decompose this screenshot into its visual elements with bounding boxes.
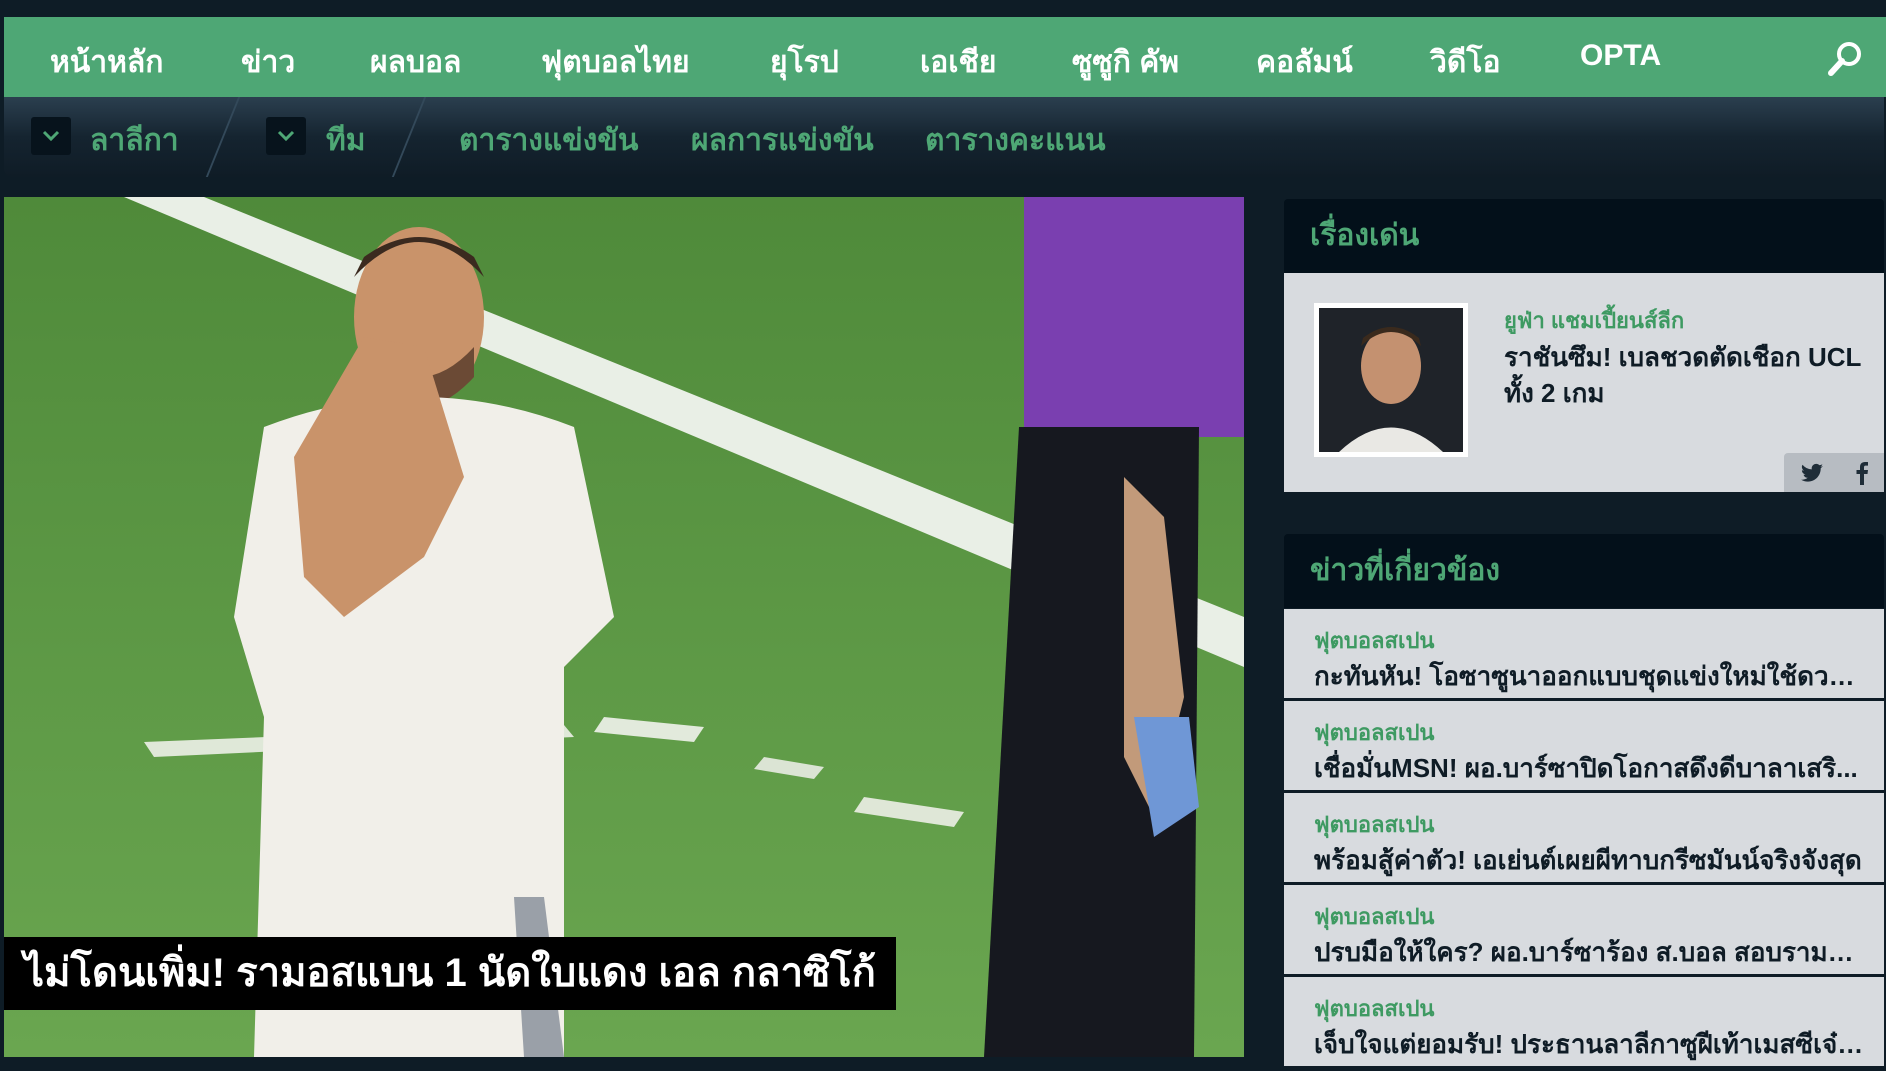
search-icon[interactable] [1826, 39, 1866, 79]
hero-caption[interactable]: ไม่โดนเพิ่ม! รามอสแบน 1 นัดใบแดง เอล กลา… [4, 937, 896, 1010]
related-title[interactable]: กะทันหัน! โอซาซูนาออกแบบชุดแข่งใหม่ใช้ดว… [1314, 656, 1864, 697]
league-dropdown-toggle[interactable] [31, 117, 71, 155]
chevron-down-icon [277, 130, 295, 142]
hero-photo [4, 197, 1244, 1057]
team-dropdown-label[interactable]: ทีม [326, 117, 366, 164]
chevron-down-icon [42, 130, 60, 142]
featured-category[interactable]: ยูฟ่า แชมเปี้ยนส์ลีก [1504, 303, 1684, 338]
featured-card[interactable]: ยูฟ่า แชมเปี้ยนส์ลีก ราชันซึม! เบลชวดตัด… [1284, 273, 1884, 492]
sub-nav: ลาลีกา ทีม ตารางแข่งขัน ผลการแข่งขัน ตาร… [4, 97, 1884, 177]
twitter-icon[interactable] [1800, 463, 1824, 483]
related-category[interactable]: ฟุตบอลสเปน [1314, 991, 1434, 1026]
featured-thumbnail[interactable] [1314, 303, 1468, 457]
facebook-icon[interactable] [1855, 461, 1869, 485]
nav-divider [391, 97, 427, 177]
related-heading: ข่าวที่เกี่ยวข้อง [1284, 534, 1884, 608]
related-title[interactable]: ปรบมือให้ใคร? ผอ.บาร์ซาร้อง ส.บอล สอบราม… [1314, 932, 1864, 973]
standings-link[interactable]: ตารางคะแนน [925, 117, 1105, 164]
player-portrait [1319, 308, 1463, 452]
nav-item-suzuki-cup[interactable]: ซูซูกิ คัพ [1072, 39, 1179, 86]
top-nav: หน้าหลัก ข่าว ผลบอล ฟุตบอลไทย ยุโรป เอเช… [4, 17, 1886, 97]
nav-item-asia[interactable]: เอเชีย [920, 39, 996, 86]
nav-item-video[interactable]: วิดีโอ [1430, 39, 1500, 86]
list-item[interactable]: ฟุตบอลสเปน ปรบมือให้ใคร? ผอ.บาร์ซาร้อง ส… [1284, 885, 1884, 974]
featured-title[interactable]: ราชันซึม! เบลชวดตัดเชือก UCL ทั้ง 2 เกม [1504, 339, 1864, 411]
nav-item-news[interactable]: ข่าว [241, 39, 295, 86]
related-title[interactable]: พร้อมสู้ค่าตัว! เอเย่นต์เผยผีทาบกรีซมันน… [1314, 840, 1864, 881]
related-category[interactable]: ฟุตบอลสเปน [1314, 807, 1434, 842]
nav-item-europe[interactable]: ยุโรป [770, 39, 839, 86]
related-title[interactable]: เชื่อมั่นMSN! ผอ.บาร์ซาปิดโอกาสดึงดีบาลา… [1314, 748, 1864, 789]
list-item[interactable]: ฟุตบอลสเปน พร้อมสู้ค่าตัว! เอเย่นต์เผยผี… [1284, 793, 1884, 882]
list-item[interactable]: ฟุตบอลสเปน เจ็บใจแต่ยอมรับ! ประธานลาลีกา… [1284, 977, 1884, 1066]
list-item[interactable]: ฟุตบอลสเปน เชื่อมั่นMSN! ผอ.บาร์ซาปิดโอก… [1284, 701, 1884, 790]
related-list: ฟุตบอลสเปน กะทันหัน! โอซาซูนาออกแบบชุดแข… [1284, 609, 1884, 1069]
related-category[interactable]: ฟุตบอลสเปน [1314, 623, 1434, 658]
related-category[interactable]: ฟุตบอลสเปน [1314, 899, 1434, 934]
share-bar [1784, 453, 1884, 492]
list-item[interactable]: ฟุตบอลสเปน กะทันหัน! โอซาซูนาออกแบบชุดแข… [1284, 609, 1884, 698]
results-link[interactable]: ผลการแข่งขัน [691, 117, 874, 164]
nav-item-scores[interactable]: ผลบอล [370, 39, 461, 86]
team-dropdown-toggle[interactable] [266, 117, 306, 155]
related-category[interactable]: ฟุตบอลสเปน [1314, 715, 1434, 750]
featured-heading: เรื่องเด่น [1284, 199, 1884, 273]
nav-divider [205, 97, 241, 177]
league-dropdown-label[interactable]: ลาลีกา [90, 117, 179, 164]
nav-item-thai-football[interactable]: ฟุตบอลไทย [541, 39, 690, 86]
related-title[interactable]: เจ็บใจแต่ยอมรับ! ประธานลาลีกาซูฝีเท้าเมส… [1314, 1024, 1864, 1065]
nav-item-opta[interactable]: OPTA [1580, 39, 1661, 73]
nav-item-home[interactable]: หน้าหลัก [50, 39, 163, 86]
nav-item-column[interactable]: คอลัมน์ [1256, 39, 1353, 86]
fixtures-link[interactable]: ตารางแข่งขัน [459, 117, 638, 164]
hero-image[interactable] [4, 197, 1244, 1057]
